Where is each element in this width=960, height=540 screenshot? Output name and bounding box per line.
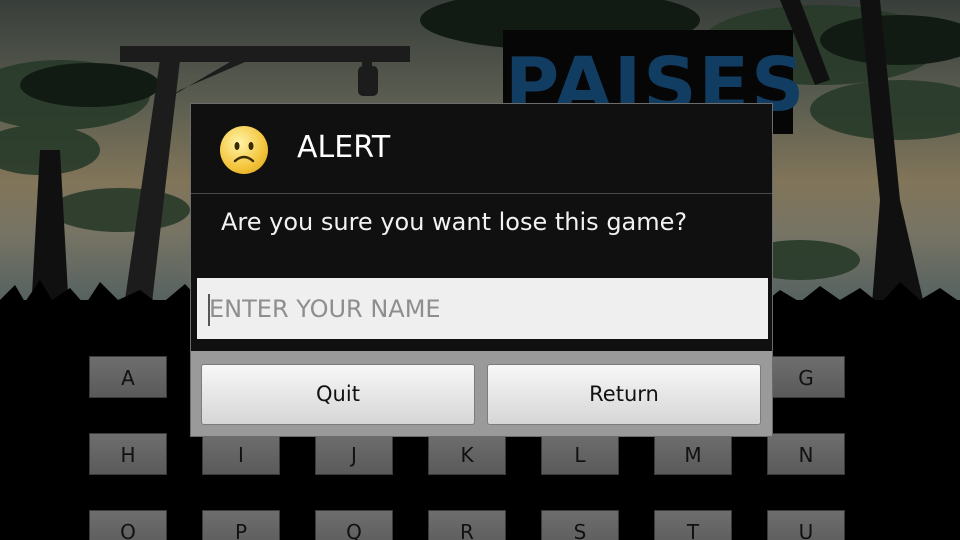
return-button[interactable]: Return: [487, 364, 761, 425]
sad-face-icon: [220, 126, 268, 174]
text-caret: [208, 294, 210, 326]
dialog-header: ALERT: [191, 104, 772, 194]
dialog-title: ALERT: [297, 130, 391, 165]
dialog-button-bar: Quit Return: [191, 351, 772, 436]
quit-button[interactable]: Quit: [201, 364, 475, 425]
alert-dialog: ALERT Are you sure you want lose this ga…: [190, 103, 773, 437]
dialog-message: Are you sure you want lose this game?: [221, 208, 688, 236]
name-input[interactable]: [197, 278, 768, 339]
